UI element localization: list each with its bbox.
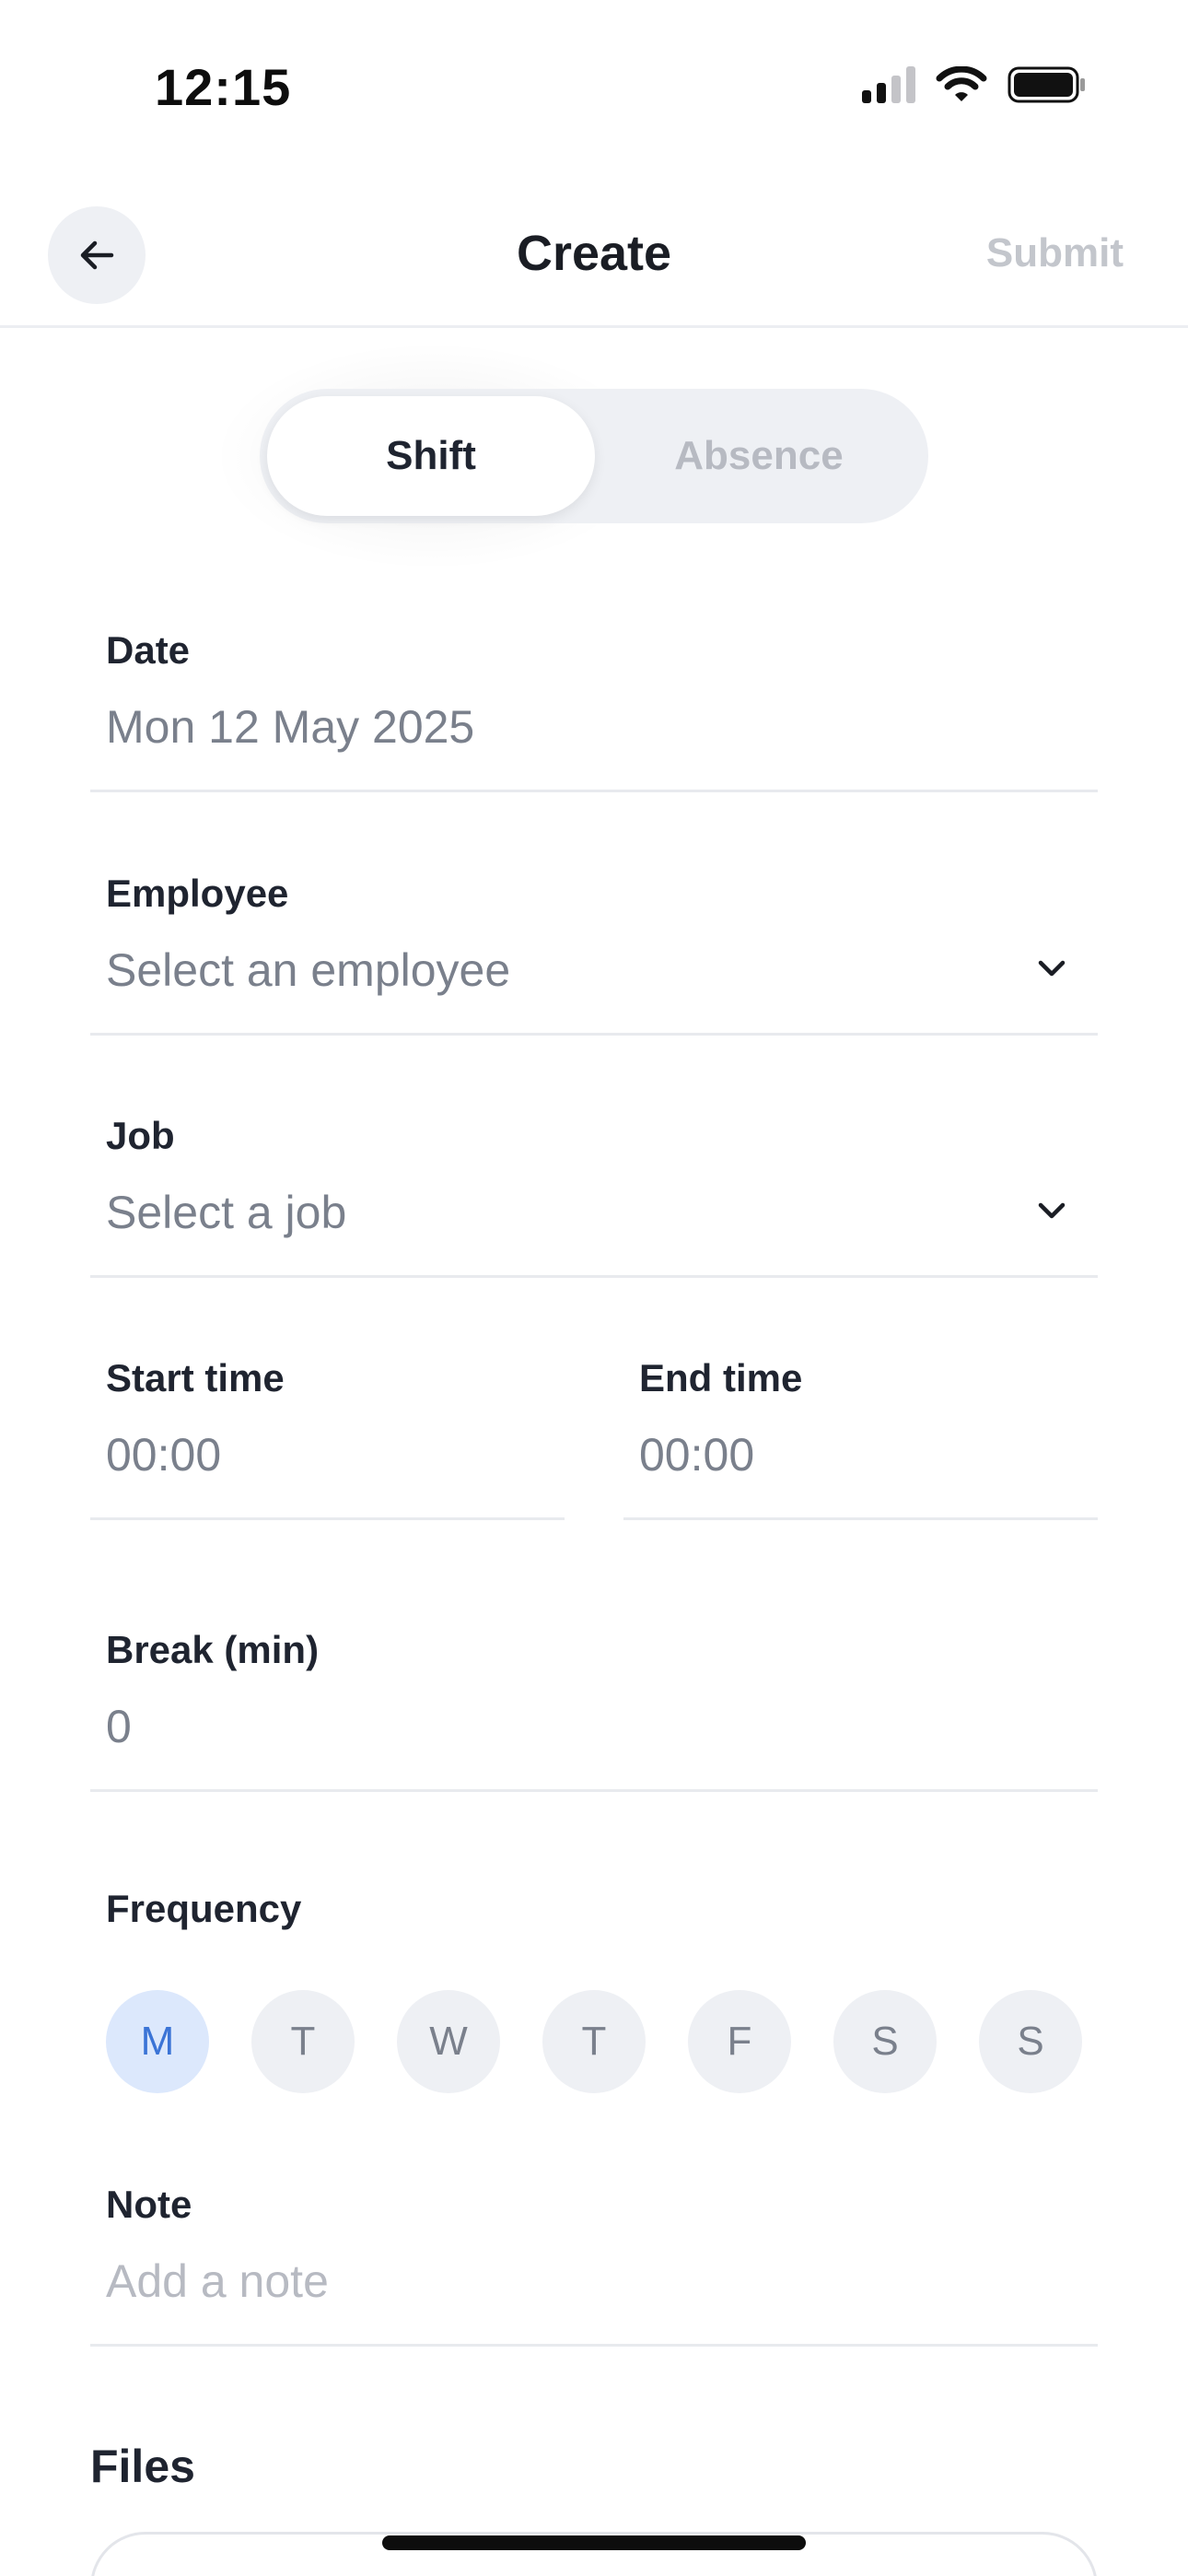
day-thursday[interactable]: T <box>542 1990 646 2093</box>
wifi-icon <box>936 66 987 103</box>
frequency-day-picker: M T W T F S S <box>106 1990 1082 2093</box>
start-time-label: Start time <box>106 1356 285 1399</box>
status-icons <box>862 66 1087 103</box>
day-friday[interactable]: F <box>688 1990 791 2093</box>
day-wednesday[interactable]: W <box>397 1990 500 2093</box>
home-indicator[interactable] <box>382 2535 806 2550</box>
submit-button[interactable]: Submit <box>986 230 1124 276</box>
day-monday[interactable]: M <box>106 1990 209 2093</box>
note-field[interactable]: Note Add a note <box>90 2181 1098 2347</box>
break-field[interactable]: Break (min) 0 <box>90 1626 1098 1792</box>
files-section-title: Files <box>90 2441 195 2492</box>
frequency-label: Frequency <box>106 1887 302 1930</box>
date-value: Mon 12 May 2025 <box>106 701 475 753</box>
note-placeholder: Add a note <box>106 2255 329 2307</box>
break-label: Break (min) <box>106 1628 320 1671</box>
day-sunday[interactable]: S <box>979 1990 1082 2093</box>
tab-absence[interactable]: Absence <box>595 396 923 516</box>
day-tuesday[interactable]: T <box>251 1990 355 2093</box>
date-field[interactable]: Date Mon 12 May 2025 <box>90 626 1098 792</box>
end-time-label: End time <box>639 1356 803 1399</box>
end-time-placeholder: 00:00 <box>639 1429 755 1481</box>
end-time-field[interactable]: End time 00:00 <box>623 1354 1098 1520</box>
note-label: Note <box>106 2183 192 2226</box>
start-time-field[interactable]: Start time 00:00 <box>90 1354 565 1520</box>
break-placeholder: 0 <box>106 1701 132 1752</box>
tab-shift[interactable]: Shift <box>267 396 595 516</box>
job-placeholder: Select a job <box>106 1187 347 1238</box>
job-label: Job <box>106 1114 175 1157</box>
type-segmented-control: Shift Absence <box>260 389 928 523</box>
start-time-placeholder: 00:00 <box>106 1429 222 1481</box>
employee-select[interactable]: Employee Select an employee <box>90 870 1098 1036</box>
employee-placeholder: Select an employee <box>106 944 511 996</box>
employee-label: Employee <box>106 872 289 915</box>
battery-icon <box>1007 66 1087 103</box>
chevron-down-icon <box>1038 960 1066 977</box>
status-bar: 12:15 <box>0 0 1188 175</box>
day-saturday[interactable]: S <box>833 1990 937 2093</box>
cellular-signal-icon <box>862 66 915 103</box>
status-time: 12:15 <box>155 58 292 116</box>
job-select[interactable]: Job Select a job <box>90 1112 1098 1278</box>
chevron-down-icon <box>1038 1202 1066 1219</box>
nav-header: Create Submit <box>0 201 1188 328</box>
date-label: Date <box>106 628 191 672</box>
